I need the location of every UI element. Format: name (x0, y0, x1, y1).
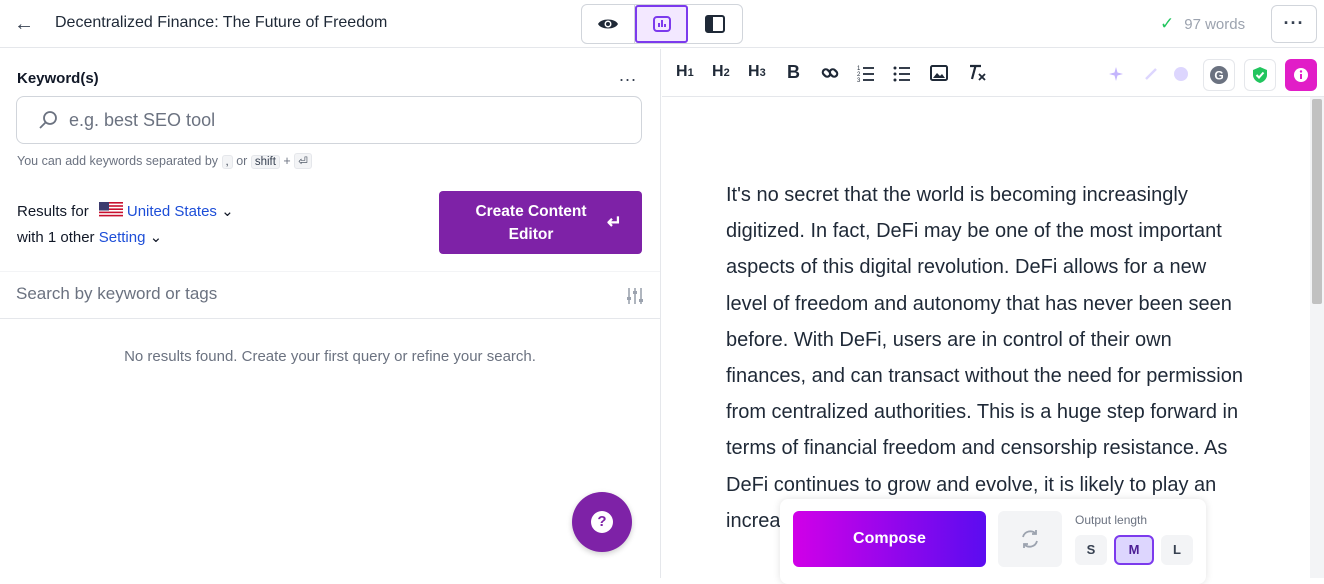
empty-state-message: No results found. Create your first quer… (124, 348, 536, 365)
keywords-menu-button[interactable]: ... (619, 65, 637, 86)
keyword-tag-search-input[interactable] (16, 284, 596, 304)
view-mode-group (581, 4, 743, 44)
more-options-button[interactable]: ··· (1271, 5, 1317, 43)
formatting-toolbar: H1 H2 H3 B 123 G (662, 49, 1324, 97)
h2-label: H (712, 63, 724, 80)
word-count-status: ✓ 97 words (1160, 14, 1245, 34)
side-panel-button[interactable] (688, 5, 741, 43)
grammarly-icon: G (1210, 66, 1228, 84)
kbd-shift: shift (250, 155, 280, 169)
grammarly-button[interactable]: G (1203, 59, 1235, 91)
us-flag-icon (98, 202, 123, 218)
document-title: Decentralized Finance: The Future of Fre… (55, 14, 388, 31)
h3-sub: 3 (759, 67, 766, 79)
heading-1-button[interactable]: H1 (676, 63, 694, 81)
editor-panel: H1 H2 H3 B 123 G It's no secret that the… (662, 49, 1324, 584)
enter-icon: ↵ (606, 212, 622, 232)
size-m-button[interactable]: M (1114, 535, 1154, 565)
bold-button[interactable]: B (787, 62, 800, 83)
ordered-list-icon[interactable]: 123 (857, 64, 875, 82)
h1-label: H (676, 63, 688, 80)
country-label: United States (126, 203, 217, 220)
h1-sub: 1 (687, 67, 694, 79)
search-icon (39, 111, 57, 129)
shield-check-icon (1253, 67, 1267, 83)
filter-sliders-icon[interactable] (625, 287, 645, 305)
check-icon: ✓ (1160, 14, 1175, 33)
hint-plus: + (283, 154, 291, 168)
editor-content[interactable]: It's no secret that the world is becomin… (726, 177, 1246, 539)
h2-sub: 2 (723, 67, 730, 79)
setting-link[interactable]: Setting ⌄ (95, 229, 163, 246)
keyword-input-box (16, 96, 642, 144)
heading-2-button[interactable]: H2 (712, 63, 730, 81)
tag-search-row (0, 271, 660, 319)
h3-label: H (748, 63, 760, 80)
eye-icon (598, 19, 618, 29)
heading-3-button[interactable]: H3 (748, 63, 766, 81)
keywords-label: Keyword(s) (17, 70, 99, 87)
size-l-button[interactable]: L (1161, 535, 1193, 565)
kbd-enter: ⏎ (294, 153, 312, 169)
refresh-icon (1022, 530, 1038, 548)
hint-text: You can add keywords separated by (17, 154, 219, 168)
svg-text:G: G (1214, 69, 1223, 83)
compose-panel: Compose Output length S M L (780, 499, 1206, 584)
question-mark-icon: ? (591, 511, 613, 533)
info-icon (1294, 68, 1308, 82)
back-arrow-icon[interactable]: ← (12, 12, 36, 36)
preview-eye-button[interactable] (582, 5, 635, 43)
image-icon[interactable] (930, 65, 948, 81)
chart-box-icon (652, 16, 671, 32)
side-panel-icon (704, 15, 725, 33)
other-setting-line: with 1 other Setting ⌄ (17, 228, 162, 246)
pen-icon[interactable] (1144, 67, 1158, 81)
clear-format-icon[interactable] (967, 64, 987, 82)
analytics-view-button[interactable] (635, 5, 688, 43)
results-for-line: Results for United States ⌄ (17, 202, 234, 220)
output-length-label: Output length (1075, 513, 1148, 527)
create-button-label: Create Content Editor (475, 203, 587, 243)
chevron-down-icon: ⌄ (149, 229, 163, 246)
emoji-icon[interactable] (1173, 66, 1189, 82)
link-icon[interactable] (821, 64, 839, 82)
scrollbar-thumb[interactable] (1312, 99, 1322, 304)
sparkle-icon[interactable] (1109, 67, 1123, 81)
keyword-input[interactable] (69, 109, 609, 131)
other-setting-label: with 1 other (17, 229, 95, 246)
kbd-comma: , (221, 155, 233, 169)
bullet-list-icon[interactable] (893, 64, 911, 82)
top-bar: ← Decentralized Finance: The Future of F… (0, 0, 1324, 48)
results-for-label: Results for (17, 203, 89, 220)
info-button[interactable] (1285, 59, 1317, 91)
word-count: 97 words (1184, 16, 1246, 33)
chevron-down-icon: ⌄ (221, 203, 234, 220)
refresh-button[interactable] (998, 511, 1062, 567)
help-button[interactable]: ? (572, 492, 632, 552)
left-panel: Keyword(s) ... You can add keywords sepa… (0, 49, 661, 578)
svg-text:3: 3 (857, 78, 861, 82)
create-content-editor-button[interactable]: Create Content Editor ↵ (439, 191, 642, 254)
keyword-hint: You can add keywords separated by , or s… (17, 153, 312, 169)
setting-label: Setting (98, 229, 146, 246)
hint-or: or (236, 154, 248, 168)
country-select[interactable]: United States ⌄ (127, 203, 234, 220)
shield-button[interactable] (1244, 59, 1276, 91)
compose-button[interactable]: Compose (793, 511, 986, 567)
size-s-button[interactable]: S (1075, 535, 1107, 565)
